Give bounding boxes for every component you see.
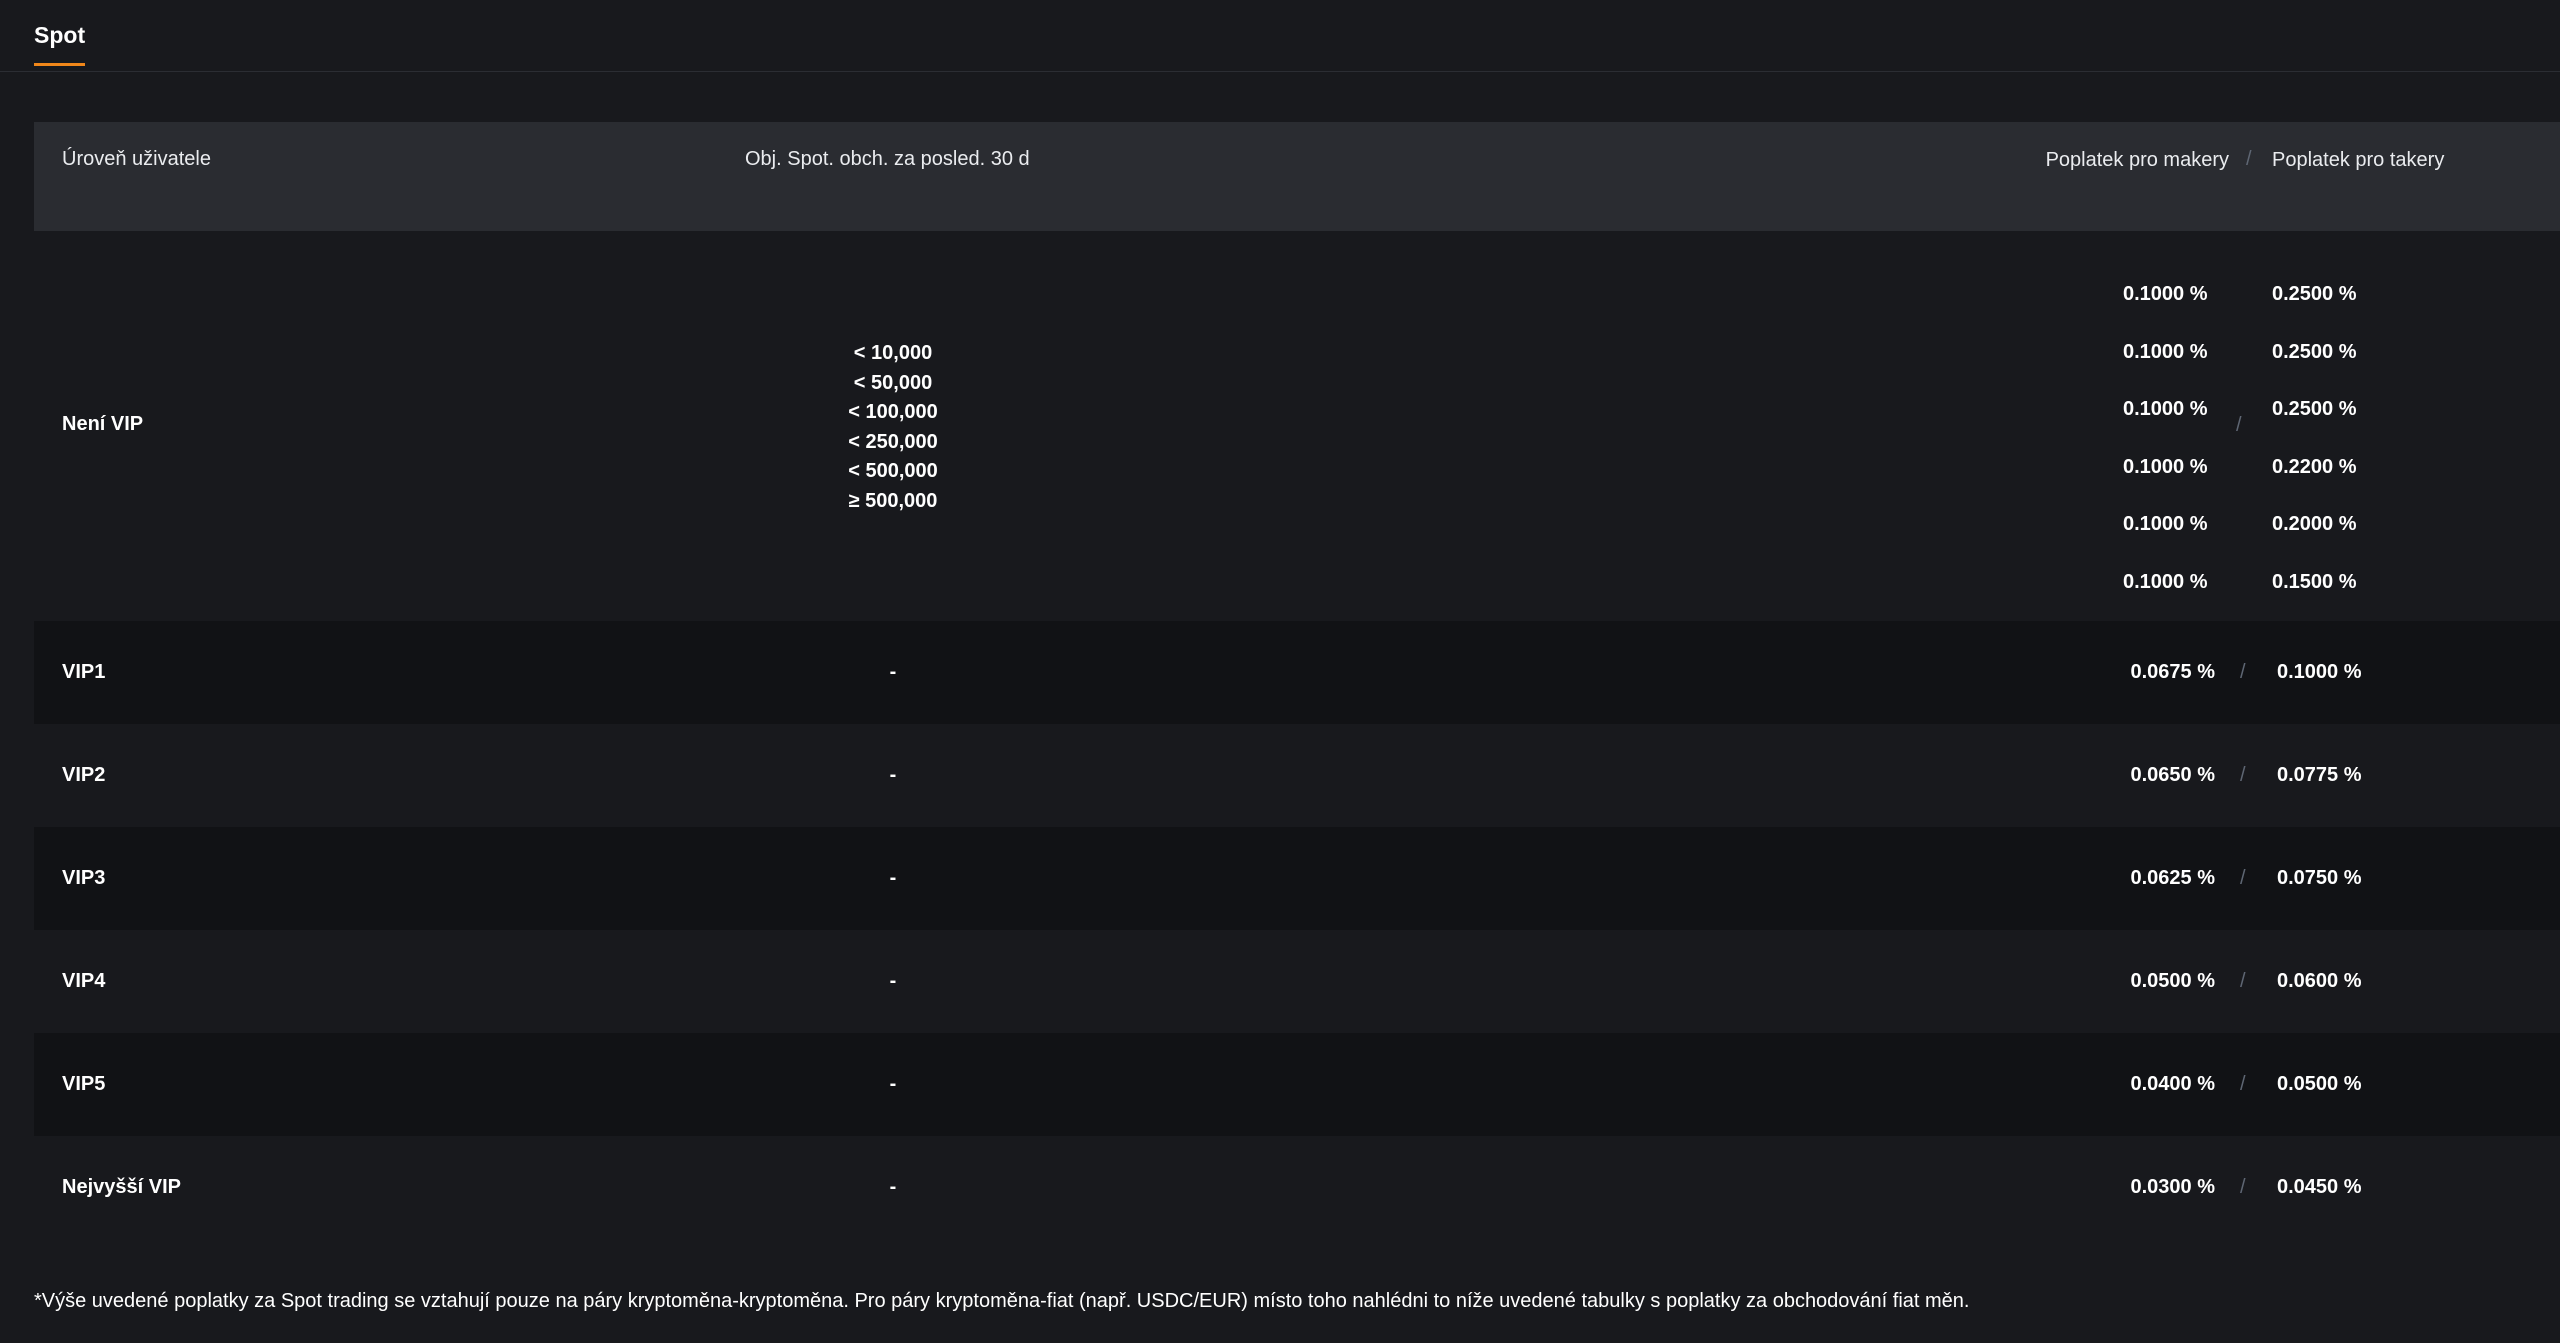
- fee-separator: /: [2240, 970, 2246, 992]
- taker-fee: 0.0450 %: [2277, 1176, 2362, 1198]
- fee-separator: /: [2236, 414, 2242, 436]
- maker-fee-list: 0.1000 % 0.1000 % 0.1000 % 0.1000 % 0.10…: [2123, 266, 2208, 612]
- maker-fee: 0.0500 %: [2130, 970, 2215, 992]
- fee-separator: /: [2240, 1073, 2246, 1095]
- table-row: VIP3 - 0.0625 % / 0.0750 %: [34, 827, 2560, 930]
- fee-footnote: *Výše uvedené poplatky za Spot trading s…: [34, 1290, 1970, 1312]
- taker-fee-list: 0.2500 % 0.2500 % 0.2500 % 0.2200 % 0.20…: [2272, 266, 2357, 612]
- table-row: VIP1 - 0.0675 % / 0.1000 %: [34, 621, 2560, 724]
- table-row: VIP2 - 0.0650 % / 0.0775 %: [34, 724, 2560, 827]
- table-row: VIP4 - 0.0500 % / 0.0600 %: [34, 930, 2560, 1033]
- row-level: VIP1: [62, 661, 106, 683]
- volume-tier: < 500,000: [848, 460, 938, 483]
- maker-fee: 0.0400 %: [2130, 1073, 2215, 1095]
- taker-fee: 0.2500 %: [2272, 340, 2357, 363]
- fee-separator: /: [2240, 661, 2246, 683]
- maker-fee: 0.1000 %: [2123, 455, 2208, 478]
- taker-fee: 0.1000 %: [2277, 661, 2362, 683]
- table-header: Úroveň uživatele Obj. Spot. obch. za pos…: [34, 122, 2560, 231]
- row-volume: -: [889, 1176, 897, 1198]
- tab-bar: Spot: [0, 0, 2560, 72]
- row-volume: -: [889, 1073, 897, 1095]
- fee-separator: /: [2240, 1176, 2246, 1198]
- row-level: VIP3: [62, 867, 106, 889]
- row-level: Není VIP: [62, 413, 144, 435]
- maker-fee: 0.1000 %: [2123, 513, 2208, 536]
- taker-fee: 0.0775 %: [2277, 764, 2362, 786]
- row-volume: -: [889, 661, 897, 683]
- header-volume: Obj. Spot. obch. za posled. 30 d: [745, 148, 1030, 170]
- header-taker-fee: Poplatek pro takery: [2272, 149, 2445, 171]
- taker-fee: 0.2500 %: [2272, 283, 2357, 305]
- maker-fee: 0.0675 %: [2130, 661, 2215, 683]
- taker-fee: 0.2000 %: [2272, 513, 2357, 536]
- maker-fee: 0.1000 %: [2123, 340, 2208, 363]
- maker-fee: 0.0650 %: [2130, 764, 2215, 786]
- taker-fee: 0.0500 %: [2277, 1073, 2362, 1095]
- tab-spot[interactable]: Spot: [34, 22, 86, 66]
- volume-tier: < 10,000: [853, 342, 933, 364]
- volume-tier: < 250,000: [848, 430, 938, 453]
- row-level: Nejvyšší VIP: [62, 1176, 181, 1198]
- row-level: VIP2: [62, 764, 106, 786]
- header-maker-fee: Poplatek pro makery: [2045, 149, 2229, 171]
- maker-fee: 0.0625 %: [2130, 867, 2215, 889]
- table-row: Nejvyšší VIP - 0.0300 % / 0.0450 %: [34, 1136, 2560, 1239]
- volume-tier: ≥ 500,000: [848, 489, 938, 512]
- fee-separator: /: [2240, 867, 2246, 889]
- table-row-non-vip: Není VIP < 10,000 < 50,000 < 100,000 < 2…: [34, 231, 2560, 621]
- table-row: VIP5 - 0.0400 % / 0.0500 %: [34, 1033, 2560, 1136]
- row-volume: -: [889, 970, 897, 992]
- taker-fee: 0.2500 %: [2272, 398, 2357, 421]
- fee-table: Úroveň uživatele Obj. Spot. obch. za pos…: [34, 122, 2560, 1239]
- row-volume: -: [889, 764, 897, 786]
- taker-fee: 0.0600 %: [2277, 970, 2362, 992]
- row-level: VIP5: [62, 1073, 106, 1095]
- maker-fee: 0.1000 %: [2123, 283, 2208, 305]
- maker-fee: 0.0300 %: [2130, 1176, 2215, 1198]
- volume-tier: < 100,000: [848, 401, 938, 424]
- taker-fee: 0.2200 %: [2272, 455, 2357, 478]
- taker-fee: 0.0750 %: [2277, 867, 2362, 889]
- header-user-level: Úroveň uživatele: [62, 148, 211, 170]
- taker-fee: 0.1500 %: [2272, 570, 2357, 593]
- header-separator: /: [2246, 148, 2252, 170]
- maker-fee: 0.1000 %: [2123, 398, 2208, 421]
- volume-tier-list: < 10,000 < 50,000 < 100,000 < 250,000 < …: [848, 339, 938, 517]
- volume-tier: < 50,000: [853, 371, 933, 394]
- row-volume: -: [889, 867, 897, 889]
- row-level: VIP4: [62, 970, 106, 992]
- fee-separator: /: [2240, 764, 2246, 786]
- maker-fee: 0.1000 %: [2123, 570, 2208, 593]
